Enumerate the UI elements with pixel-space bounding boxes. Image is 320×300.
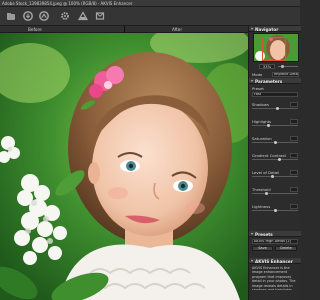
view-tabs: Before After — [0, 26, 250, 33]
collapse-icon — [251, 259, 253, 262]
window-title: Adobe Stock_139839854.jpeg @ 100% (RGB/8… — [2, 1, 133, 6]
preview-select[interactable]: Fast — [252, 92, 298, 97]
zoom-slider-handle[interactable] — [281, 64, 284, 68]
slider-highlights: Highlights — [252, 119, 298, 127]
slider-label: Shadows — [252, 102, 269, 107]
slider-label: Level of Detail — [252, 170, 280, 175]
slider-gradient-contrast: Gradient Contrast — [252, 153, 298, 161]
slider-handle[interactable] — [277, 157, 281, 161]
slider-handle[interactable] — [264, 191, 268, 195]
slider-track[interactable] — [252, 176, 298, 177]
tab-divider — [124, 26, 125, 33]
info-body: AKVIS Enhancer is the image enhancement … — [252, 266, 296, 290]
delete-preset-button[interactable]: Delete — [275, 246, 297, 251]
preset-label: Preset — [252, 86, 264, 91]
share-icon[interactable] — [94, 10, 106, 22]
navigator-thumbnail[interactable] — [253, 33, 299, 62]
slider-handle[interactable] — [273, 140, 277, 144]
preset-select[interactable]: AKVIS High Detail (2) — [252, 239, 298, 244]
preset-row: Preset — [252, 86, 298, 91]
slider-label: Lightness — [252, 204, 271, 209]
slider-value-field[interactable] — [290, 136, 298, 141]
gear-icon[interactable] — [59, 10, 71, 22]
slider-value-field[interactable] — [290, 204, 298, 209]
print-icon[interactable] — [77, 10, 89, 22]
slider-value-field[interactable] — [290, 170, 298, 175]
navigator-header[interactable]: Navigator — [249, 26, 301, 32]
presets-header[interactable]: Presets — [249, 231, 301, 237]
slider-track[interactable] — [252, 159, 298, 160]
collapse-icon — [251, 79, 253, 82]
info-header[interactable]: AKVIS Enhancer — [249, 258, 301, 264]
mode-select[interactable]: Improve Detail — [272, 72, 299, 77]
parameters-header[interactable]: Parameters — [249, 78, 301, 84]
toolbar — [0, 7, 300, 26]
settings-icon[interactable] — [38, 10, 50, 22]
title-bar: Adobe Stock_139839854.jpeg @ 100% (RGB/8… — [0, 0, 300, 7]
mode-label: Mode — [252, 72, 263, 77]
info-title: AKVIS Enhancer — [255, 258, 293, 264]
slider-value-field[interactable] — [290, 102, 298, 107]
save-preset-button[interactable]: Save — [252, 246, 273, 251]
slider-label: Saturation — [252, 136, 272, 141]
mode-row: Mode Improve Detail — [252, 72, 299, 77]
zoom-control: 33% — [251, 64, 299, 70]
collapse-icon — [251, 27, 253, 30]
slider-lightness: Lightness — [252, 204, 298, 212]
info-text: AKVIS Enhancer is the image enhancement … — [252, 266, 299, 290]
preset-select-row: AKVIS High Detail (2) — [252, 239, 298, 244]
navigator-view-box[interactable] — [262, 37, 286, 61]
image-canvas[interactable] — [0, 33, 248, 300]
tab-after[interactable]: After — [172, 27, 182, 32]
slider-value-field[interactable] — [290, 153, 298, 158]
zoom-value[interactable]: 33% — [259, 64, 275, 69]
save-icon[interactable] — [22, 10, 34, 22]
slider-saturation: Saturation — [252, 136, 298, 144]
open-icon[interactable] — [5, 10, 17, 22]
slider-shadows: Shadows — [252, 102, 298, 110]
portrait-photo — [0, 33, 248, 300]
parameters-title: Parameters — [255, 78, 283, 84]
presets-title: Presets — [255, 231, 273, 237]
slider-track[interactable] — [252, 125, 298, 126]
slider-label: Gradient Contrast — [252, 153, 286, 158]
right-panel: Navigator 33% Mode Improve Detail Parame… — [248, 26, 301, 300]
slider-track[interactable] — [252, 193, 298, 194]
slider-handle[interactable] — [275, 106, 279, 110]
slider-handle[interactable] — [267, 123, 271, 127]
collapse-icon — [251, 232, 253, 235]
slider-handle[interactable] — [273, 208, 277, 212]
slider-value-field[interactable] — [290, 119, 298, 124]
slider-threshold: Threshold — [252, 187, 298, 195]
preview-row: Fast — [252, 92, 298, 97]
tab-before[interactable]: Before — [28, 27, 42, 32]
slider-label: Threshold — [252, 187, 271, 192]
navigator-title: Navigator — [255, 26, 279, 32]
slider-handle[interactable] — [271, 174, 275, 178]
slider-value-field[interactable] — [290, 187, 298, 192]
slider-level-of-detail: Level of Detail — [252, 170, 298, 178]
